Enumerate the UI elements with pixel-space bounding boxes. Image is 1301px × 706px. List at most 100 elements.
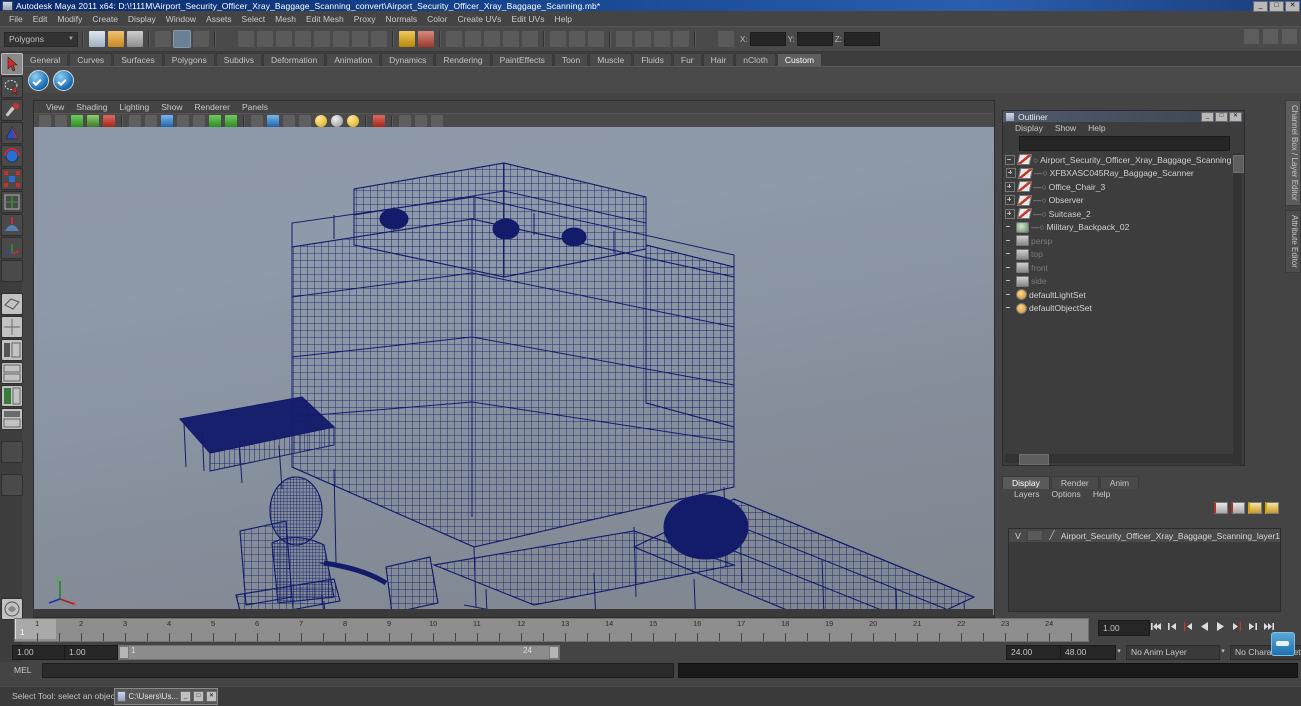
- expand-expander-icon[interactable]: [1005, 208, 1015, 219]
- show-channel-box-button[interactable]: [1243, 28, 1260, 45]
- shelf-tab-animation[interactable]: Animation: [326, 53, 381, 66]
- animation-end-field[interactable]: 48.00: [1060, 645, 1116, 660]
- shelf-button-row[interactable]: [22, 66, 1301, 93]
- layer-playback-toggle[interactable]: [1026, 530, 1043, 541]
- render-view-icon[interactable]: [653, 30, 671, 48]
- transform-fields[interactable]: X: Y: Z:: [740, 32, 880, 46]
- close-button[interactable]: ✕: [1285, 1, 1300, 12]
- select-by-component-icon[interactable]: [192, 30, 210, 48]
- playback-start-field[interactable]: 1.00: [64, 645, 118, 660]
- step-forward-keyframe-button[interactable]: [1246, 620, 1259, 633]
- new-scene-icon[interactable]: [88, 30, 106, 48]
- universal-manipulator-icon[interactable]: [1, 191, 23, 213]
- hypershade-icon[interactable]: [634, 30, 652, 48]
- shadows-icon[interactable]: [346, 114, 360, 128]
- outliner-row-persp[interactable]: persp: [1005, 234, 1233, 248]
- menu-file[interactable]: File: [4, 14, 28, 24]
- time-slider[interactable]: 1 1 2 3 4 5 6 7 8 9 10 11 12 13 14 15 16…: [14, 618, 1089, 642]
- layer-visibility-toggle[interactable]: V: [1012, 531, 1024, 541]
- tab-attribute-editor[interactable]: Attribute Editor: [1285, 209, 1301, 273]
- viewport-menu-lighting[interactable]: Lighting: [113, 102, 155, 112]
- outliner-row-root[interactable]: ○ Airport_Security_Officer_Xray_Baggage_…: [1005, 153, 1233, 167]
- current-time-field[interactable]: 1.00: [1098, 620, 1150, 636]
- render-globals-icon[interactable]: [672, 30, 690, 48]
- bookmarks-icon[interactable]: [86, 114, 100, 128]
- y-field[interactable]: [796, 32, 833, 46]
- resolution-gate-icon[interactable]: [176, 114, 190, 128]
- construction-history-icon[interactable]: [549, 30, 567, 48]
- outliner-row-side[interactable]: side: [1005, 275, 1233, 289]
- shelf-tab-toon[interactable]: Toon: [553, 53, 589, 66]
- isolate-select-icon[interactable]: [398, 114, 412, 128]
- panel-layout-buttons[interactable]: [1243, 28, 1298, 45]
- film-gate-icon[interactable]: [160, 114, 174, 128]
- lasso-tool-icon[interactable]: [1, 76, 23, 98]
- snap-to-point-icon[interactable]: [483, 30, 501, 48]
- snap-to-grid-icon[interactable]: [445, 30, 463, 48]
- viewport-menu-panels[interactable]: Panels: [236, 102, 274, 112]
- chevron-down-icon[interactable]: ▾: [1218, 645, 1228, 658]
- chevron-down-icon[interactable]: ▾: [1114, 645, 1124, 658]
- new-layer-icon[interactable]: [1214, 502, 1228, 514]
- menu-edit[interactable]: Edit: [28, 14, 53, 24]
- shelf-tab-curves[interactable]: Curves: [69, 53, 113, 66]
- select-by-object-icon[interactable]: [173, 30, 191, 48]
- menu-select[interactable]: Select: [237, 14, 271, 24]
- expand-expander-icon[interactable]: [1006, 168, 1016, 179]
- expand-expander-icon[interactable]: [1005, 181, 1015, 192]
- absolute-transform-icon[interactable]: [717, 30, 735, 48]
- parm-mask-icon[interactable]: [275, 30, 293, 48]
- move-tool-icon[interactable]: [1, 122, 23, 144]
- single-perspective-layout-icon[interactable]: [1, 293, 23, 315]
- layer-editor-tabs[interactable]: Display Render Anim: [1002, 476, 1285, 489]
- snap-to-projected-center-icon[interactable]: [502, 30, 520, 48]
- outliner-row-office-chair[interactable]: —○ Office_Chair_3: [1005, 180, 1233, 194]
- scrollbar-thumb[interactable]: [1019, 454, 1049, 465]
- vertex-mask-icon[interactable]: [332, 30, 350, 48]
- safe-title-icon[interactable]: [224, 114, 238, 128]
- playback-controls[interactable]: [1150, 620, 1275, 633]
- maximize-button[interactable]: □: [1269, 1, 1284, 12]
- snap-to-curve-icon[interactable]: [464, 30, 482, 48]
- open-scene-icon[interactable]: [107, 30, 125, 48]
- shelf-tab-ncloth[interactable]: nCloth: [735, 53, 776, 66]
- move-layer-down-icon[interactable]: [1265, 502, 1279, 514]
- outliner-row-front[interactable]: front: [1005, 261, 1233, 275]
- menu-bar[interactable]: File Edit Modify Create Display Window A…: [0, 13, 1301, 24]
- use-all-lights-icon[interactable]: [330, 114, 344, 128]
- camera-attributes-icon[interactable]: [70, 114, 84, 128]
- shelf-check-button-1[interactable]: [28, 69, 49, 91]
- step-forward-frame-button[interactable]: [1230, 620, 1243, 633]
- outliner-search-input[interactable]: [1019, 136, 1230, 151]
- outliner-maximize-button[interactable]: □: [1215, 111, 1228, 122]
- range-end-handle[interactable]: [549, 646, 559, 659]
- minimize-button[interactable]: _: [1253, 1, 1268, 12]
- field-chart-icon[interactable]: [208, 114, 222, 128]
- menu-proxy[interactable]: Proxy: [349, 14, 381, 24]
- viewport-menu-show[interactable]: Show: [155, 102, 188, 112]
- misc-mask-icon[interactable]: [370, 30, 388, 48]
- select-tool-icon[interactable]: [1, 53, 23, 75]
- viewport-menu-renderer[interactable]: Renderer: [189, 102, 236, 112]
- collapse-expander-icon[interactable]: [1005, 154, 1015, 165]
- layer-menu-layers[interactable]: Layers: [1008, 489, 1046, 499]
- outliner-row-top[interactable]: top: [1005, 248, 1233, 262]
- viewport-horizontal-scrollbar[interactable]: [33, 609, 993, 616]
- shelf-tabs[interactable]: General Curves Surfaces Polygons Subdivs…: [22, 52, 1301, 66]
- help-button[interactable]: [1271, 632, 1295, 656]
- shelf-tab-fur[interactable]: Fur: [672, 53, 702, 66]
- shelf-tab-polygons[interactable]: Polygons: [163, 53, 215, 66]
- save-scene-icon[interactable]: [126, 30, 144, 48]
- layer-list[interactable]: V ╱ Airport_Security_Officer_Xray_Baggag…: [1008, 528, 1281, 612]
- outliner-menu-bar[interactable]: Display Show Help: [1003, 122, 1244, 134]
- layer-row[interactable]: V ╱ Airport_Security_Officer_Xray_Baggag…: [1009, 529, 1280, 542]
- xray-joints-icon[interactable]: [414, 114, 428, 128]
- anim-layer-dropdown[interactable]: No Anim Layer: [1126, 645, 1220, 660]
- viewport-menu-shading[interactable]: Shading: [70, 102, 113, 112]
- pivot-mask-icon[interactable]: [313, 30, 331, 48]
- use-default-lighting-icon[interactable]: [314, 114, 328, 128]
- handle-mask-icon[interactable]: [237, 30, 255, 48]
- play-forwards-button[interactable]: [1214, 620, 1227, 633]
- paint-selection-tool-icon[interactable]: [1, 99, 23, 121]
- command-response-field[interactable]: [678, 663, 1298, 678]
